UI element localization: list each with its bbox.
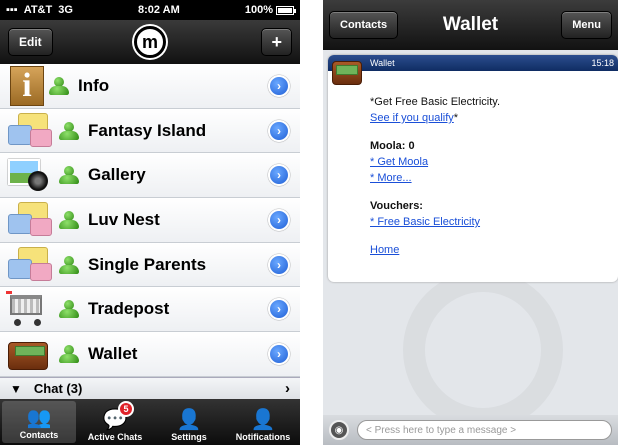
message-input[interactable]: < Press here to type a message > bbox=[357, 420, 612, 440]
contact-row-tradepost[interactable]: Tradepost › bbox=[0, 287, 300, 333]
shopping-cart-icon bbox=[6, 289, 54, 329]
chat-navbar: Contacts Wallet Menu bbox=[323, 0, 618, 50]
online-presence-icon bbox=[58, 344, 80, 363]
contact-label: Wallet bbox=[88, 343, 138, 363]
qualify-link[interactable]: See if you qualify bbox=[370, 112, 454, 124]
contact-row-wallet[interactable]: Wallet › bbox=[0, 332, 300, 377]
tab-label: Settings bbox=[171, 432, 207, 442]
moola-balance: Moola: 0 bbox=[370, 140, 415, 152]
wallet-chat-screen: Contacts Wallet Menu Wallet 15:18 *Get F… bbox=[323, 0, 618, 445]
disclosure-button[interactable]: › bbox=[268, 119, 290, 142]
tab-contacts[interactable]: 👥 Contacts bbox=[2, 401, 76, 443]
edit-button[interactable]: Edit bbox=[8, 28, 53, 56]
chevron-right-icon: › bbox=[285, 380, 290, 397]
chat-section-label: Chat (3) bbox=[33, 381, 83, 396]
chat-bubbles-icon bbox=[6, 245, 54, 285]
tab-active-chats[interactable]: 💬 5 Active Chats bbox=[78, 399, 152, 445]
disclosure-button[interactable]: › bbox=[268, 342, 290, 365]
chat-title: Wallet bbox=[442, 14, 499, 35]
qualify-suffix: * bbox=[453, 112, 459, 124]
online-presence-icon bbox=[58, 300, 80, 319]
signal-icon: ▪▪▪ bbox=[6, 4, 18, 16]
online-presence-icon bbox=[58, 210, 80, 229]
contact-row-fantasy-island[interactable]: Fantasy Island › bbox=[0, 108, 300, 154]
contact-label: Info bbox=[78, 75, 110, 95]
info-icon: i bbox=[10, 65, 44, 106]
voucher-link[interactable]: * Free Basic Electricity bbox=[370, 216, 480, 228]
disclosure-button[interactable]: › bbox=[268, 298, 290, 321]
person-icon: 👤 bbox=[176, 408, 202, 431]
chat-bubbles-icon bbox=[6, 111, 54, 151]
background-watermark bbox=[403, 270, 563, 430]
tab-bar: 👥 Contacts 💬 5 Active Chats 👤 Settings 👤… bbox=[0, 399, 300, 445]
get-moola-link[interactable]: * Get Moola bbox=[370, 156, 428, 168]
gallery-icon bbox=[6, 155, 54, 195]
home-link[interactable]: Home bbox=[370, 244, 399, 256]
contacts-icon: 👥 bbox=[26, 406, 52, 429]
disclosure-button[interactable]: › bbox=[268, 208, 290, 231]
disclosure-button[interactable]: › bbox=[268, 74, 290, 97]
tab-label: Contacts bbox=[19, 430, 59, 440]
contact-label: Gallery bbox=[88, 165, 146, 185]
message-time: 15:18 bbox=[591, 58, 614, 68]
top-navbar: Edit m + bbox=[0, 20, 300, 64]
wallet-icon bbox=[6, 334, 54, 374]
chat-bubbles-icon bbox=[6, 200, 54, 240]
message-input-bar: ◉ < Press here to type a message > bbox=[323, 415, 618, 445]
tab-label: Active Chats bbox=[87, 432, 143, 442]
tab-settings[interactable]: 👤 Settings bbox=[152, 399, 226, 445]
carrier-name: AT&T bbox=[23, 4, 53, 16]
message-body: *Get Free Basic Electricity. See if you … bbox=[370, 95, 614, 259]
contact-row-luv-nest[interactable]: Luv Nest › bbox=[0, 198, 300, 243]
back-to-contacts-button[interactable]: Contacts bbox=[329, 11, 399, 39]
online-presence-icon bbox=[58, 166, 80, 185]
network-type: 3G bbox=[58, 4, 73, 16]
chat-section-header[interactable]: ▼ Chat (3) › bbox=[0, 377, 300, 399]
online-presence-icon bbox=[58, 121, 80, 140]
contact-label: Fantasy Island bbox=[88, 120, 207, 140]
expand-triangle-icon: ▼ bbox=[10, 381, 22, 396]
contact-row-info[interactable]: i Info › bbox=[0, 64, 300, 109]
tab-label: Notifications bbox=[235, 432, 291, 442]
notifications-icon: 👤 bbox=[250, 408, 276, 431]
contact-label: Tradepost bbox=[88, 299, 170, 319]
battery-percent: 100% bbox=[244, 4, 273, 16]
contacts-screen: ▪▪▪ AT&T 3G 8:02 AM 100% Edit m + i Info… bbox=[0, 0, 300, 445]
more-link[interactable]: * More... bbox=[370, 172, 412, 184]
clock: 8:02 AM bbox=[137, 4, 180, 16]
online-presence-icon bbox=[58, 255, 80, 274]
disclosure-button[interactable]: › bbox=[268, 164, 290, 187]
unread-badge: 5 bbox=[118, 401, 134, 417]
battery-icon bbox=[275, 5, 296, 15]
contact-row-single-parents[interactable]: Single Parents › bbox=[0, 242, 300, 288]
message-header: Wallet 15:18 bbox=[328, 55, 618, 71]
message-sender: Wallet bbox=[370, 58, 395, 68]
camera-icon[interactable]: ◉ bbox=[329, 420, 349, 440]
contact-label: Single Parents bbox=[88, 254, 207, 274]
mxit-logo: m bbox=[134, 26, 166, 58]
battery-status: 100% bbox=[244, 4, 296, 16]
vouchers-heading: Vouchers: bbox=[370, 200, 423, 212]
contact-label: Luv Nest bbox=[88, 209, 160, 229]
menu-button[interactable]: Menu bbox=[561, 11, 612, 39]
contact-row-gallery[interactable]: Gallery › bbox=[0, 153, 300, 199]
promo-text: *Get Free Basic Electricity. bbox=[370, 96, 500, 108]
status-bar: ▪▪▪ AT&T 3G 8:02 AM 100% bbox=[0, 0, 300, 20]
wallet-avatar-icon bbox=[332, 59, 362, 87]
message-card: Wallet 15:18 *Get Free Basic Electricity… bbox=[328, 55, 618, 282]
online-presence-icon bbox=[48, 76, 70, 95]
tab-notifications[interactable]: 👤 Notifications bbox=[226, 399, 300, 445]
contact-list: i Info › Fantasy Island › Gallery › Luv … bbox=[0, 64, 300, 377]
add-button[interactable]: + bbox=[261, 28, 292, 56]
disclosure-button[interactable]: › bbox=[268, 253, 290, 276]
